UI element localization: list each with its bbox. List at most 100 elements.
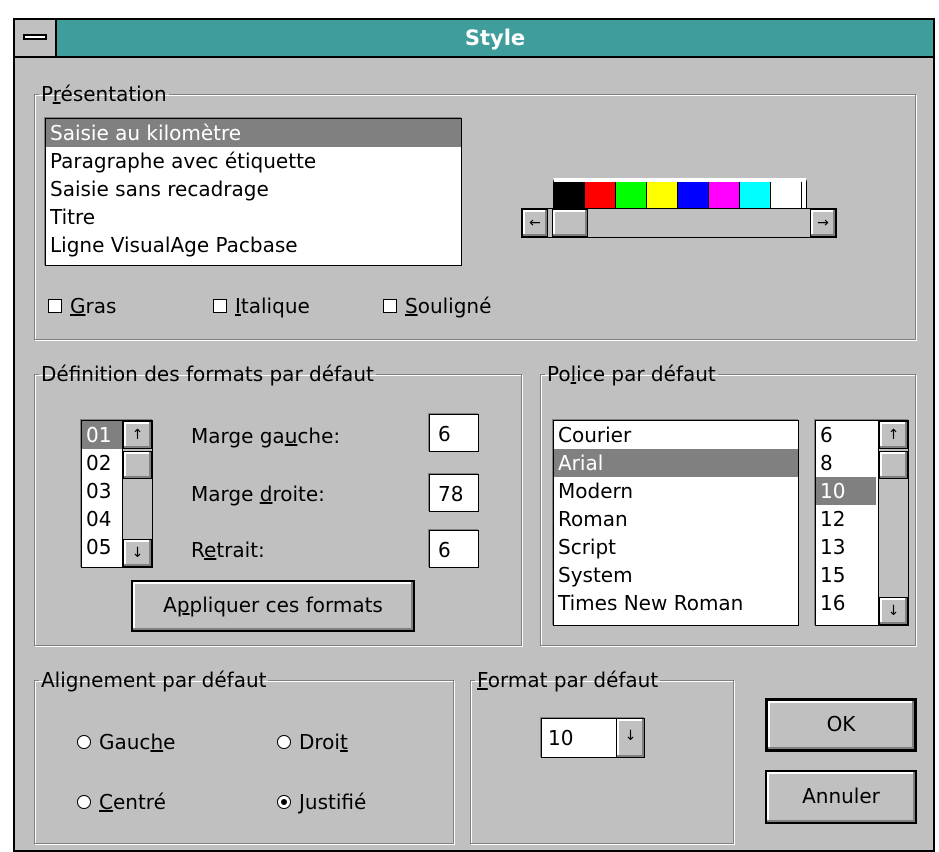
arrow-up-icon: ↑: [131, 427, 144, 443]
presentation-list[interactable]: Saisie au kilomètre Paragraphe avec étiqu…: [45, 118, 462, 266]
level-list-item[interactable]: 02: [82, 449, 122, 477]
presentation-legend: Présentation: [41, 82, 167, 106]
arrow-up-icon: ↑: [887, 427, 900, 443]
centre-radio-circle[interactable]: [77, 795, 91, 809]
marge-gauche-label: Marge gauche:: [191, 424, 341, 448]
police-legend: Police par défaut: [547, 362, 716, 386]
arrow-right-icon: →: [817, 215, 829, 231]
color-swatch[interactable]: [771, 182, 802, 208]
justifie-label: Justifié: [299, 790, 367, 814]
color-swatch[interactable]: [709, 182, 740, 208]
scroll-thumb[interactable]: [552, 209, 588, 237]
font-list[interactable]: Courier Arial Modern Roman Script System Times…: [553, 420, 799, 626]
gauche-radio-circle[interactable]: [77, 735, 91, 749]
size-list-item[interactable]: 8: [816, 449, 876, 477]
size-scroll-down[interactable]: ↓: [879, 597, 908, 625]
arrow-down-icon: ↓: [887, 603, 900, 619]
color-palette[interactable]: [553, 178, 807, 211]
system-menu-button[interactable]: [15, 20, 57, 56]
size-list-item[interactable]: 16: [816, 589, 876, 617]
format-defaut-select[interactable]: 10 ↓: [541, 718, 645, 758]
centre-radio[interactable]: Centré: [77, 790, 166, 814]
presentation-list-item[interactable]: Titre: [46, 203, 461, 231]
gauche-label: Gauche: [99, 730, 176, 754]
size-list-item[interactable]: 15: [816, 561, 876, 589]
size-list-item[interactable]: 13: [816, 533, 876, 561]
font-list-item[interactable]: Roman: [554, 505, 798, 533]
gras-checkbox-box[interactable]: [48, 299, 62, 313]
formats-legend: Définition des formats par défaut: [41, 362, 374, 386]
color-swatch[interactable]: [678, 182, 709, 208]
presentation-list-item[interactable]: Ligne VisualAge Pacbase: [46, 231, 461, 259]
retrait-input[interactable]: 6: [429, 530, 479, 568]
level-scrollbar[interactable]: ↑ ↓: [122, 421, 152, 567]
font-list-item[interactable]: Times New Roman: [554, 589, 798, 617]
alignement-legend: Alignement par défaut: [41, 668, 267, 692]
color-swatch[interactable]: [616, 182, 647, 208]
color-swatch[interactable]: [554, 182, 585, 208]
color-swatch[interactable]: [647, 182, 678, 208]
font-list-item[interactable]: Modern: [554, 477, 798, 505]
format-defaut-value: 10: [548, 726, 574, 750]
format-defaut-dropdown-button[interactable]: ↓: [616, 719, 644, 757]
font-list-item[interactable]: Courier: [554, 421, 798, 449]
droit-label: Droit: [299, 730, 348, 754]
gras-checkbox[interactable]: Gras: [48, 294, 116, 318]
color-swatch[interactable]: [740, 182, 771, 208]
chevron-down-icon: ↓: [624, 728, 637, 744]
presentation-list-item[interactable]: Saisie au kilomètre: [46, 119, 461, 147]
color-scrollbar[interactable]: ← →: [521, 208, 837, 238]
gauche-radio[interactable]: Gauche: [77, 730, 175, 754]
scroll-right-button[interactable]: →: [810, 209, 836, 237]
annuler-button[interactable]: Annuler: [765, 770, 917, 824]
system-menu-icon: [23, 34, 47, 40]
droit-radio-circle[interactable]: [277, 735, 291, 749]
level-scroll-thumb[interactable]: [123, 451, 152, 479]
level-list-item[interactable]: 03: [82, 477, 122, 505]
level-scroll-down[interactable]: ↓: [123, 539, 152, 567]
souligne-label: Souligné: [405, 294, 492, 318]
font-list-item[interactable]: Arial: [554, 449, 798, 477]
arrow-left-icon: ←: [529, 215, 541, 231]
level-list-item[interactable]: 04: [82, 505, 122, 533]
size-scrollbar[interactable]: ↑ ↓: [878, 421, 908, 625]
level-list-item[interactable]: 05: [82, 533, 122, 561]
level-scroll-up[interactable]: ↑: [123, 421, 152, 449]
ok-button[interactable]: OK: [765, 698, 917, 752]
marge-gauche-input[interactable]: 6: [429, 414, 479, 452]
italique-checkbox[interactable]: Italique: [213, 294, 310, 318]
droit-radio[interactable]: Droit: [277, 730, 348, 754]
presentation-list-item[interactable]: Paragraphe avec étiquette: [46, 147, 461, 175]
souligne-checkbox-box[interactable]: [383, 299, 397, 313]
color-swatch[interactable]: [585, 182, 616, 208]
gras-label: Gras: [70, 294, 117, 318]
size-list-item[interactable]: 6: [816, 421, 876, 449]
arrow-down-icon: ↓: [131, 545, 144, 561]
size-scroll-up[interactable]: ↑: [879, 421, 908, 449]
level-list[interactable]: 01 02 03 04 05 ↑ ↓: [81, 420, 153, 568]
alignement-group: Alignement par défaut: [34, 668, 454, 844]
italique-checkbox-box[interactable]: [213, 299, 227, 313]
font-list-item[interactable]: System: [554, 561, 798, 589]
size-scroll-thumb[interactable]: [879, 451, 908, 479]
justifie-radio-circle[interactable]: [277, 795, 291, 809]
format-defaut-legend: Format par défaut: [477, 668, 659, 692]
size-list-item[interactable]: 12: [816, 505, 876, 533]
level-list-item[interactable]: 01: [82, 421, 122, 449]
window-title: Style: [464, 26, 526, 50]
scroll-left-button[interactable]: ←: [522, 209, 548, 237]
apply-formats-button[interactable]: Appliquer ces formats: [131, 580, 415, 632]
size-list[interactable]: 6 8 10 12 13 15 16 ↑ ↓: [815, 420, 909, 626]
presentation-list-item[interactable]: Saisie sans recadrage: [46, 175, 461, 203]
souligne-checkbox[interactable]: Souligné: [383, 294, 491, 318]
retrait-label: Retrait:: [191, 538, 265, 562]
marge-droite-label: Marge droite:: [191, 482, 325, 506]
style-dialog: Style Présentation Saisie au kilomètre Pa…: [13, 18, 935, 852]
justifie-radio[interactable]: Justifié: [277, 790, 366, 814]
centre-label: Centré: [99, 790, 166, 814]
font-list-item[interactable]: Script: [554, 533, 798, 561]
italique-label: Italique: [235, 294, 310, 318]
marge-droite-input[interactable]: 78: [429, 474, 479, 512]
title-bar: Style: [15, 20, 933, 58]
size-list-item[interactable]: 10: [816, 477, 876, 505]
